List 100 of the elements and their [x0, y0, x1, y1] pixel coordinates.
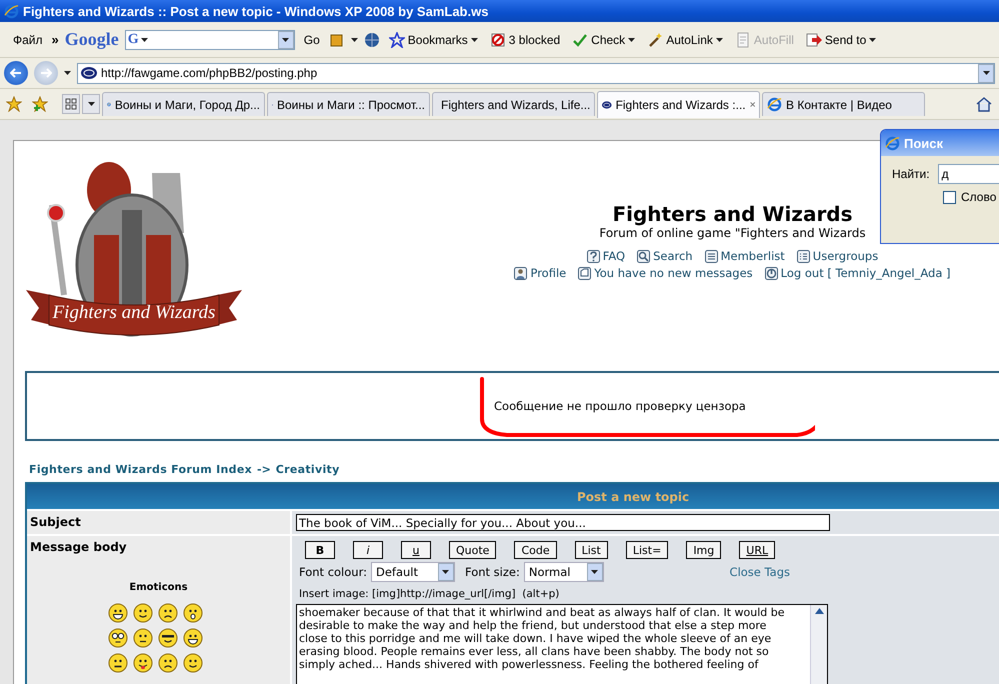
power-icon	[764, 266, 778, 280]
format-button[interactable]: Code	[514, 541, 557, 559]
caret-icon	[869, 38, 876, 42]
dropdown-arrow-icon	[982, 71, 990, 75]
format-button[interactable]: B	[305, 541, 335, 559]
google-logo: Google	[64, 29, 119, 50]
form-icon	[734, 32, 751, 48]
left-arrow-icon	[10, 67, 22, 79]
nav-link[interactable]: Log out [ Temniy_Angel_Ada ]	[764, 266, 951, 280]
smiley-icon[interactable]	[108, 603, 128, 623]
browser-tab[interactable]: Воины и Маги, Город Др...	[102, 92, 265, 116]
caret-icon	[140, 38, 148, 42]
browser-tab[interactable]: Fighters and Wizards :...	[597, 90, 760, 118]
address-field[interactable]: http://fawgame.com/phpBB2/posting.php	[77, 62, 995, 84]
list-icon	[704, 250, 718, 262]
nav-link[interactable]: You have no new messages	[578, 266, 753, 280]
form-heading: Post a new topic	[577, 490, 690, 504]
subject-field[interactable]: The book of ViM... Specially for you... About you...	[296, 514, 830, 531]
smiley-icon[interactable]	[158, 628, 178, 648]
caret-icon	[716, 38, 723, 42]
dropdown-arrow-icon	[442, 570, 450, 574]
smiley-icon[interactable]	[133, 603, 153, 623]
smiley-icon[interactable]	[183, 628, 203, 648]
breadcrumb-link[interactable]: Creativity	[276, 463, 340, 476]
smiley-icon[interactable]	[158, 603, 178, 623]
smiley-icon[interactable]	[108, 628, 128, 648]
person-icon	[514, 266, 528, 280]
breadcrumb-link[interactable]: Fighters and Wizards Forum Index	[29, 463, 252, 476]
smiley-icon[interactable]	[183, 653, 203, 673]
close-icon[interactable]	[750, 100, 755, 109]
caret-icon	[88, 102, 94, 106]
smiley-icon[interactable]	[183, 603, 203, 623]
file-menu[interactable]: Файл	[10, 32, 46, 46]
back-button[interactable]	[4, 61, 28, 85]
dropdown-arrow-icon	[591, 570, 598, 574]
spellcheck-icon	[572, 32, 588, 48]
caret-icon	[350, 38, 358, 42]
font-size-label: Font size:	[464, 565, 520, 579]
list-icon	[796, 250, 810, 262]
format-button[interactable]: URL	[739, 541, 776, 559]
toolbar-button[interactable]: 3 blocked	[486, 32, 564, 48]
help-icon	[586, 250, 600, 262]
star-icon[interactable]	[6, 96, 22, 112]
help-hint: Insert image: [img]http://image_url[/img] (alt+p)	[299, 588, 560, 600]
blocked-icon	[490, 32, 506, 48]
window-title: Fighters and Wizards :: Post a new topic - Windows XP 2008 by SamLab.ws	[23, 4, 488, 18]
font-colour-label: Font colour:	[299, 565, 367, 579]
browser-tab[interactable]: Fighters and Wizards, Life...	[432, 92, 595, 116]
toolbar-button[interactable]: Check	[569, 32, 638, 48]
format-button[interactable]: List=	[626, 541, 668, 559]
format-button[interactable]: Quote	[449, 541, 496, 559]
tab-list-button[interactable]	[82, 94, 100, 114]
smiley-icon[interactable]	[133, 628, 153, 648]
caret-icon	[470, 38, 478, 42]
caret-icon	[628, 38, 636, 42]
smiley-icon[interactable]	[108, 653, 128, 673]
nav-link[interactable]: Profile	[514, 266, 566, 280]
globe-icon[interactable]	[364, 32, 380, 48]
font-colour-select[interactable]: Default	[370, 562, 455, 582]
star-icon	[388, 32, 405, 48]
checkbox[interactable]	[943, 190, 956, 204]
nav-link[interactable]: Memberlist	[704, 249, 785, 263]
toolbar-button[interactable]: AutoLink	[644, 32, 726, 48]
find-field[interactable]: д	[938, 164, 999, 184]
chevron[interactable]: »	[52, 32, 59, 47]
smiley-icon[interactable]	[158, 653, 178, 673]
wand-icon	[647, 32, 664, 48]
scroll-up-icon[interactable]	[814, 608, 824, 614]
browser-tab[interactable]: Воины и Маги :: Просмот...	[267, 92, 430, 116]
send-icon	[806, 32, 822, 48]
add-favorite-icon[interactable]	[32, 96, 48, 112]
format-button[interactable]: Img	[686, 541, 722, 559]
forum-title: Fighters and Wizards	[611, 202, 854, 226]
message-body-label: Message body	[30, 540, 128, 554]
search-field[interactable]: G	[124, 30, 295, 50]
find-label: Найти:	[892, 167, 930, 181]
checkbox-label: Слово	[961, 190, 996, 204]
quick-tabs-button[interactable]	[62, 94, 80, 114]
censor-message: Сообщение не прошло проверку цензора	[494, 399, 746, 413]
browser-tab[interactable]: В Контакте | Видео	[762, 92, 925, 116]
format-button[interactable]: i	[353, 541, 383, 559]
shield-logo-drawing: Fighters and Wizards	[24, 155, 244, 350]
go-button[interactable]: Go	[300, 32, 323, 46]
nav-link[interactable]: Usergroups	[796, 249, 878, 263]
subject-label: Subject	[30, 515, 82, 529]
smiley-icon[interactable]	[133, 653, 153, 673]
format-button[interactable]: u	[401, 541, 431, 559]
toolbar-button[interactable]: Send to	[802, 32, 880, 48]
home-icon[interactable]	[975, 95, 993, 113]
font-size-select[interactable]: Normal	[524, 562, 604, 582]
close-tags-link[interactable]: Close Tags	[730, 565, 790, 579]
search-icon	[637, 250, 650, 262]
toolbar-button[interactable]: Bookmarks	[386, 32, 481, 48]
nav-link[interactable]: Search	[637, 249, 693, 263]
right-arrow-icon	[40, 67, 52, 79]
message-textarea[interactable]: shoemaker because of that that it whirlwind and beat as always half of clan. It would be desirable to make the way and help the friend, but understood that else a step more close to this porridge and me will take down. I have wiped the whole sleeve of an eye erasing blood. People remains ever less, all clans have been shabby. The body not so simply ached... Hands shivered with powerlessness. Feeling the bothered feeling of	[296, 604, 828, 684]
grid-icon	[65, 98, 77, 110]
envelope-icon	[578, 266, 592, 280]
nav-link[interactable]: FAQ	[586, 249, 626, 263]
format-button[interactable]: List	[574, 541, 608, 559]
